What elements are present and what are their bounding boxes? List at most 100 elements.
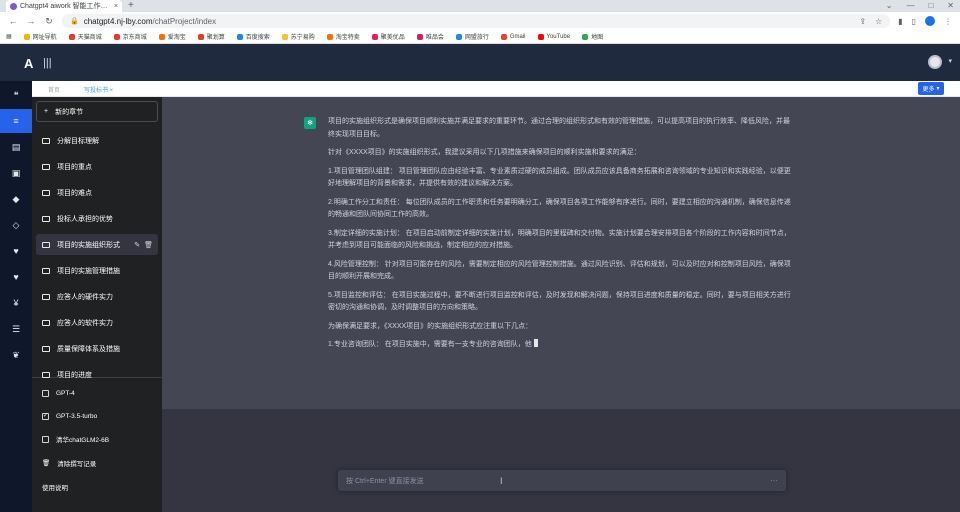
- new-chapter-button[interactable]: + 新的章节: [36, 101, 158, 122]
- bookmark-item[interactable]: 京东商城: [113, 32, 147, 41]
- bookmark-item[interactable]: YouTube: [537, 33, 570, 40]
- send-icon[interactable]: ···: [770, 476, 778, 485]
- sidebar-chapter-item[interactable]: 项目的实施管理措施: [36, 260, 158, 281]
- bookmark-favicon-icon: [500, 33, 507, 40]
- chevron-down-icon[interactable]: ▾: [948, 57, 952, 65]
- delete-icon[interactable]: 🗑: [144, 241, 153, 249]
- lock-icon[interactable]: 🔒: [70, 17, 79, 25]
- bookmark-item[interactable]: 聚美优品: [371, 32, 405, 41]
- bookmark-item[interactable]: 百度搜索: [236, 32, 270, 41]
- prompt-input[interactable]: 按 Ctrl+Enter 键直接发送 ···: [338, 470, 786, 491]
- tab-close-icon[interactable]: ×: [114, 3, 118, 10]
- model-checkbox[interactable]: [42, 389, 49, 397]
- document-icon[interactable]: ▤: [0, 135, 32, 159]
- answer-paragraph-text: 2.明确工作分工和责任： 每位团队成员的工作职责和任务要明确分工，确保项目各项工…: [328, 198, 791, 219]
- clear-history-button[interactable]: 🗑 清除撰写记录: [36, 453, 158, 473]
- bookmark-item[interactable]: 天猫商城: [68, 32, 102, 41]
- menu-toggle-icon[interactable]: |||: [43, 57, 52, 69]
- chapter-sidebar: + 新的章节 分解目标理解 项目的重点 项目的难点 投标人承担的优势 项目的实施组织形式…: [32, 97, 162, 512]
- bookmark-item[interactable]: 淘宝特卖: [326, 32, 360, 41]
- yen-icon[interactable]: ¥: [0, 291, 32, 315]
- tab-title: Chatgpt4 aiwork 智能工作助手: [20, 3, 111, 10]
- social-icon[interactable]: ❦: [0, 343, 32, 367]
- user-manual-link[interactable]: 使用说明: [36, 477, 158, 497]
- profile-avatar[interactable]: [925, 16, 935, 26]
- tab-search-icon[interactable]: ⌄: [886, 0, 893, 11]
- user-manual-label: 使用说明: [42, 485, 68, 492]
- sidebar-chapter-item[interactable]: 项目的实施组织形式 ✎ 🗑: [36, 234, 158, 255]
- more-button[interactable]: 更多 ▾: [918, 82, 944, 95]
- bookmark-item[interactable]: 网盟旅行: [455, 32, 489, 41]
- bookmark-label: 天猫商城: [77, 35, 102, 41]
- bookmark-favicon-icon: [455, 33, 462, 40]
- bookmark-item[interactable]: 聚划算: [197, 32, 225, 41]
- user-avatar[interactable]: [928, 55, 942, 69]
- bookmark-favicon-icon: [113, 33, 120, 40]
- sidebar-chapter-item[interactable]: 应答人的软件实力: [36, 312, 158, 333]
- bookmark-item[interactable]: 爱淘宝: [158, 32, 186, 41]
- chevron-down-icon: ▾: [936, 86, 940, 92]
- sidebar-chapter-item[interactable]: 分解目标理解: [36, 130, 158, 151]
- minimize-icon[interactable]: —: [906, 0, 914, 11]
- maximize-icon[interactable]: □: [928, 0, 933, 11]
- sidebar-chapter-label: 项目的难点: [57, 189, 92, 197]
- list-icon[interactable]: ≡: [0, 109, 32, 133]
- answer-paragraph: 1.项目管理团队组建： 项目管理团队应由经验丰富、专业素质过硬的成员组成。团队成…: [328, 166, 792, 191]
- box-alt-icon[interactable]: ◇: [0, 213, 32, 237]
- extensions-icon[interactable]: ▮: [898, 17, 902, 26]
- close-window-icon[interactable]: ✕: [947, 0, 954, 11]
- new-tab-button[interactable]: +: [128, 0, 134, 11]
- bookmark-label: 聚美优品: [380, 35, 405, 41]
- back-icon[interactable]: ←: [8, 16, 18, 26]
- more-button-label: 更多: [922, 87, 935, 93]
- chat-bubbles-icon[interactable]: ❝: [0, 83, 32, 107]
- forward-icon[interactable]: →: [26, 16, 36, 26]
- bookmark-item[interactable]: 苏宁易购: [281, 32, 315, 41]
- answer-paragraph: 1.专业咨询团队： 在项目实施中，需要有一支专业的咨询团队，他: [328, 339, 792, 352]
- sidebar-chapter-item[interactable]: 项目的进度: [36, 364, 158, 385]
- side-panel-icon[interactable]: ▯: [912, 17, 916, 26]
- box-icon[interactable]: ◆: [0, 187, 32, 211]
- tab-home[interactable]: 首页: [48, 85, 60, 94]
- sidebar-chapter-item[interactable]: 质量保障体系及措施: [36, 338, 158, 359]
- share-icon[interactable]: ⇪: [859, 17, 866, 26]
- chat-main: ✻ 项目的实施组织形式是确保项目顺利实施并满足要求的重要环节。通过合理的组织形式…: [162, 97, 960, 512]
- model-checkbox[interactable]: [42, 435, 49, 443]
- omnibox[interactable]: 🔒 chatgpt4.nj-lby.com/chatProject/index …: [62, 14, 891, 28]
- model-option-label: 清华chatGLM2-6B: [56, 437, 110, 444]
- sidebar-chapter-label: 项目的进度: [57, 371, 92, 379]
- answer-paragraph: 针对《XXXX项目》的实施组织形式，我建议采用以下几项措施来确保项目的顺利实施和…: [328, 147, 792, 160]
- openai-logo-icon: ✻: [304, 117, 316, 129]
- heart-icon[interactable]: ♥: [0, 239, 32, 263]
- sidebar-chapter-item[interactable]: 项目的难点: [36, 182, 158, 203]
- sidebar-chapter-item[interactable]: 项目的重点: [36, 156, 158, 177]
- chat-icon: [42, 345, 50, 352]
- answer-paragraph: 为确保满足要求，《XXXX项目》的实施组织形式应注重以下几点：: [328, 321, 792, 334]
- answer-paragraph: 5.项目监控和评估： 在项目实施过程中，要不断进行项目监控和评估，及时发现和解决…: [328, 290, 792, 315]
- sidebar-chapter-item[interactable]: 投标人承担的优势: [36, 208, 158, 229]
- stack-icon[interactable]: ☰: [0, 317, 32, 341]
- bookmark-favicon-icon: [158, 33, 165, 40]
- chrome-menu-icon[interactable]: ⋮: [944, 17, 952, 26]
- bookmark-item[interactable]: Gmail: [500, 33, 526, 40]
- bookmark-favicon-icon: [326, 33, 333, 40]
- sidebar-chapter-label: 项目的实施组织形式: [57, 241, 120, 249]
- answer-paragraph-text: 1.项目管理团队组建： 项目管理团队应由经验丰富、专业素质过硬的成员组成。团队成…: [328, 167, 791, 188]
- model-checkbox[interactable]: ✓: [42, 412, 49, 420]
- heart-alt-icon[interactable]: ♥: [0, 265, 32, 289]
- bookmark-item[interactable]: 唯品会: [416, 32, 444, 41]
- document-check-icon[interactable]: ▣: [0, 161, 32, 185]
- answer-paragraph-text: 1.专业咨询团队： 在项目实施中，需要有一支专业的咨询团队，他: [328, 341, 532, 348]
- model-option[interactable]: ✓ GPT-3.5-turbo: [36, 406, 158, 426]
- answer-paragraph-text: 针对《XXXX项目》的实施组织形式，我建议采用以下几项措施来确保项目的顺利实施和…: [328, 149, 641, 156]
- bookmark-star-icon[interactable]: ☆: [875, 17, 882, 26]
- model-option[interactable]: 清华chatGLM2-6B: [36, 429, 158, 449]
- apps-icon[interactable]: ▦: [6, 33, 12, 40]
- model-option[interactable]: GPT-4: [36, 383, 158, 403]
- bookmark-item[interactable]: 网址导航: [23, 32, 57, 41]
- edit-icon[interactable]: ✎: [134, 241, 140, 249]
- browser-tab[interactable]: Chatgpt4 aiwork 智能工作助手 ×: [6, 0, 122, 12]
- bookmark-item[interactable]: 地图: [582, 32, 603, 41]
- reload-icon[interactable]: ↻: [44, 16, 54, 27]
- sidebar-chapter-item[interactable]: 应答人的硬件实力: [36, 286, 158, 307]
